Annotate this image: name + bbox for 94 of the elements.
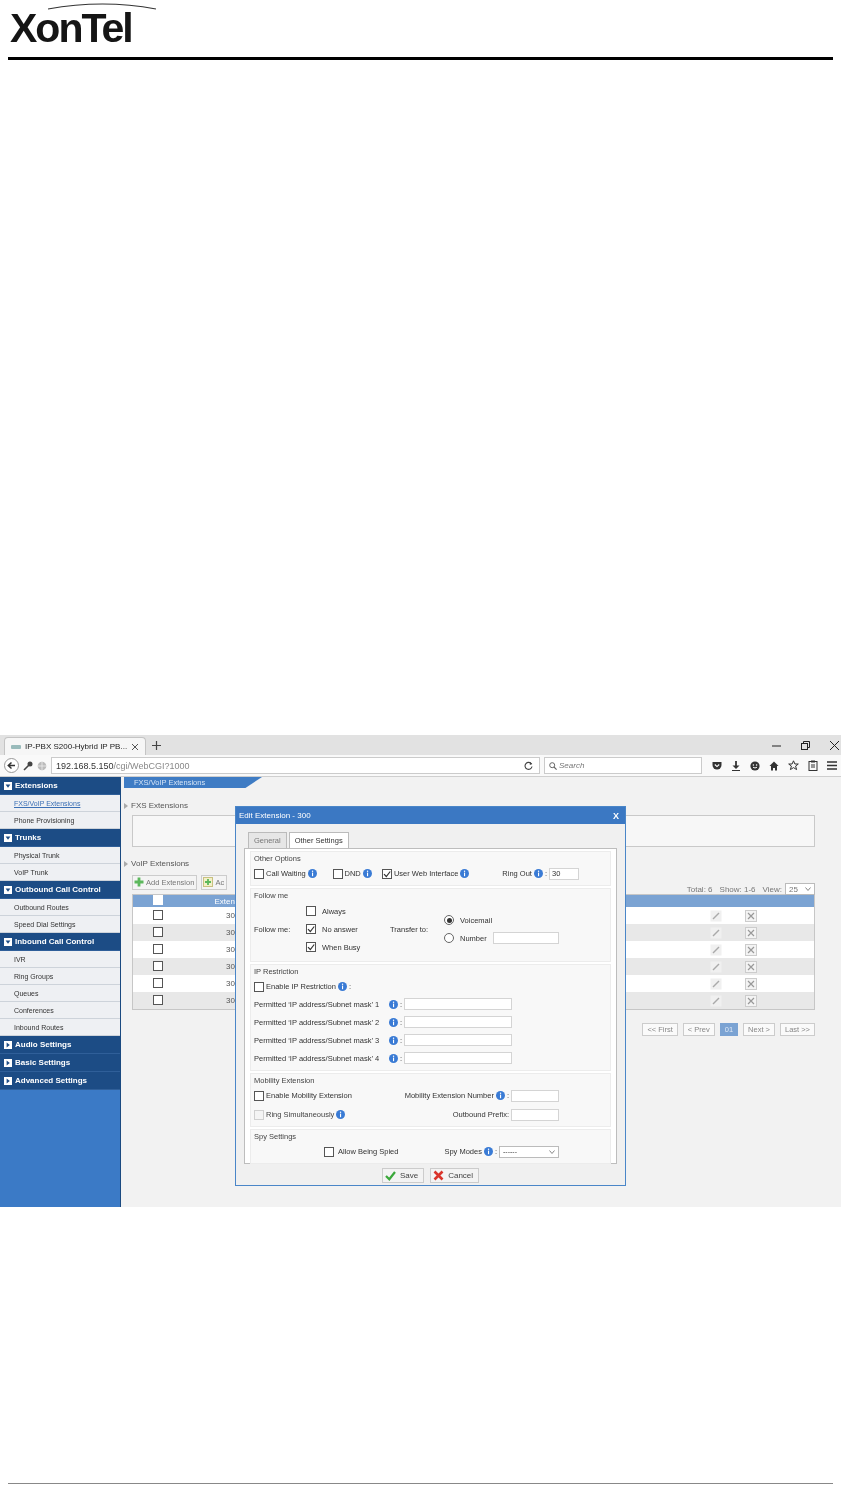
- document-plus-icon: [203, 877, 214, 887]
- checkbox[interactable]: [381, 868, 392, 879]
- logo-text: XonTel: [10, 10, 133, 46]
- triangle-icon: [124, 860, 128, 867]
- x-icon: [433, 1170, 445, 1181]
- sidebar-group-header[interactable]: Inbound Call Control: [0, 933, 120, 951]
- table-cell: 30: [226, 979, 235, 988]
- smiley-icon[interactable]: [750, 760, 760, 771]
- caret-icon: [805, 887, 811, 891]
- table-cell: 30: [226, 928, 235, 937]
- sidebar-group-header[interactable]: Basic Settings: [0, 1054, 120, 1072]
- input-field[interactable]: [492, 932, 559, 944]
- close-button[interactable]: X: [611, 810, 621, 821]
- checkbox[interactable]: [332, 868, 343, 879]
- input-field[interactable]: [511, 1089, 559, 1102]
- star-icon[interactable]: [788, 760, 799, 771]
- checkbox[interactable]: [324, 1146, 334, 1157]
- info-icon: [483, 1147, 493, 1156]
- x-icon[interactable]: [745, 943, 757, 956]
- radio-button[interactable]: [444, 915, 454, 925]
- checkbox[interactable]: [254, 1090, 264, 1101]
- triangle-icon: [124, 802, 128, 809]
- page-icon: [11, 743, 21, 750]
- dialog-title: Edit Extension - 300: [239, 811, 311, 820]
- plus-icon[interactable]: [152, 740, 161, 750]
- plus-icon: [134, 877, 144, 887]
- sidebar-group-header[interactable]: Outbound Call Control: [0, 881, 120, 899]
- clipboard-icon[interactable]: [808, 760, 818, 771]
- back-icon[interactable]: [4, 758, 19, 773]
- total-count: Total: 6: [686, 884, 713, 894]
- pocket-icon[interactable]: [712, 760, 722, 771]
- x-icon[interactable]: [745, 977, 757, 990]
- cancel-button[interactable]: Cancel: [430, 1168, 480, 1183]
- section-title: VoIP Extensions: [131, 859, 190, 868]
- checkbox[interactable]: [306, 906, 316, 916]
- sidebar-group-header[interactable]: Audio Settings: [0, 1036, 120, 1054]
- x-icon[interactable]: [745, 994, 757, 1007]
- info-icon: [460, 869, 470, 878]
- table-cell: 30: [226, 962, 235, 971]
- table-cell: 30: [226, 996, 235, 1005]
- sidebar-group-header[interactable]: Extensions: [0, 777, 120, 795]
- checkbox[interactable]: [153, 994, 163, 1005]
- info-icon: [336, 1110, 346, 1119]
- info-icon: [337, 982, 347, 991]
- search-field[interactable]: Search: [544, 757, 702, 774]
- checkbox[interactable]: [153, 926, 163, 937]
- info-icon: [495, 1091, 505, 1100]
- info-icon: [389, 1035, 398, 1045]
- x-icon[interactable]: [745, 909, 757, 922]
- checkbox[interactable]: [153, 960, 163, 971]
- section-title: FXS Extensions: [131, 801, 188, 810]
- input-field[interactable]: [404, 1052, 513, 1064]
- sidebar-group-header[interactable]: Advanced Settings: [0, 1072, 120, 1090]
- table-cell: 30: [226, 911, 235, 920]
- info-icon: [362, 869, 372, 878]
- checkbox[interactable]: [153, 909, 163, 920]
- input-field[interactable]: [511, 1108, 559, 1121]
- checkbox[interactable]: [153, 943, 163, 954]
- input-field[interactable]: [404, 1016, 513, 1028]
- restore-icon[interactable]: [801, 740, 810, 750]
- radio-button[interactable]: [444, 933, 454, 943]
- checkbox[interactable]: [254, 868, 264, 879]
- info-icon: [389, 1053, 398, 1063]
- x-icon[interactable]: [745, 960, 757, 973]
- view-label: View:: [762, 884, 782, 894]
- key-icon[interactable]: [23, 760, 33, 771]
- table-cell: 30: [226, 945, 235, 954]
- search-icon: [549, 761, 557, 770]
- checkbox[interactable]: [306, 942, 316, 952]
- caret-icon: [549, 1149, 555, 1154]
- input-field[interactable]: [404, 1034, 513, 1046]
- shown-range: Show: 1-6: [719, 884, 756, 894]
- info-icon: [533, 869, 543, 878]
- browser-tab[interactable]: IP-PBX S200-Hybrid IP PB...: [4, 737, 146, 755]
- info-icon: [389, 1017, 398, 1027]
- sidebar-group-header[interactable]: Trunks: [0, 829, 120, 847]
- download-icon[interactable]: [731, 760, 741, 771]
- reload-icon[interactable]: [524, 761, 533, 770]
- home-icon[interactable]: [769, 760, 779, 771]
- close-icon[interactable]: [131, 742, 140, 751]
- menu-icon[interactable]: [827, 761, 837, 770]
- save-button[interactable]: Save: [381, 1168, 425, 1183]
- check-icon: [384, 1170, 396, 1181]
- checkbox[interactable]: [306, 924, 316, 934]
- checkbox[interactable]: [153, 977, 163, 988]
- x-icon[interactable]: [745, 926, 757, 939]
- column-header: Exten: [214, 896, 235, 906]
- address-field[interactable]: 192.168.5.150/cgi/WebCGI?1000: [51, 757, 540, 774]
- info-icon: [389, 999, 398, 1009]
- info-icon: [307, 869, 317, 878]
- page-size-select[interactable]: 25: [785, 883, 815, 895]
- checkbox[interactable]: [254, 981, 264, 992]
- input-field[interactable]: [404, 998, 513, 1010]
- close-icon[interactable]: [830, 740, 839, 750]
